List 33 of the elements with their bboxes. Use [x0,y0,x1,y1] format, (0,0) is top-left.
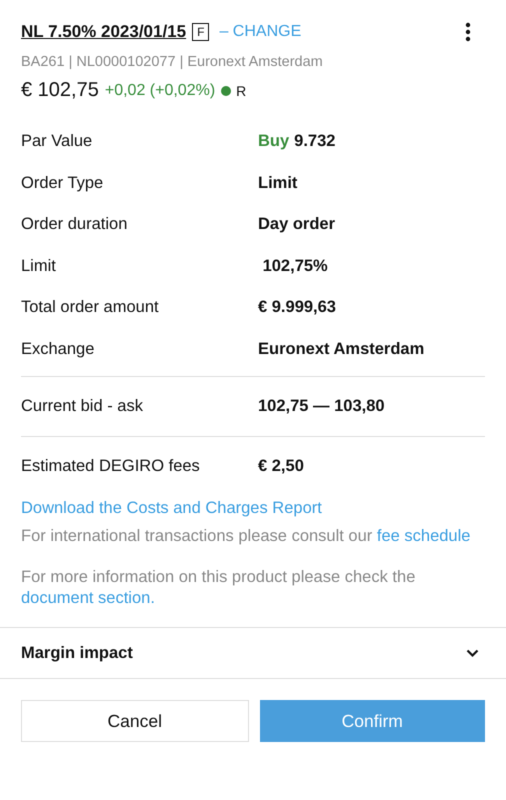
product-subtitle: BA261 | NL0000102077 | Euronext Amsterdam [21,54,324,70]
info-text: For international transactions please consult our fee schedule [21,526,472,547]
cancel-button[interactable]: Cancel [21,700,248,742]
order-side: Buy [258,132,290,150]
field-value: 102,75% [262,256,328,276]
report-link[interactable]: Download the Costs and Charges Report [21,499,485,518]
confirm-button[interactable]: Confirm [260,700,485,742]
price-change: +0,02 (+0,02%) [104,82,216,100]
more-options-icon[interactable] [465,22,471,42]
field-label: Total order amount [21,298,160,318]
type-badge: F [192,23,210,41]
field-value: 102,75 — 103,80 [258,397,385,416]
product-title[interactable]: NL 7.50% 2023/01/15 [21,22,186,42]
field-value: 9.732 [294,132,336,150]
field-label: Exchange [21,340,96,359]
info-link[interactable]: fee schedule [376,527,470,545]
field-value: € 9.999,63 [258,298,336,318]
field-value: Euronext Amsterdam [258,340,424,359]
field-label: Order duration [21,215,128,234]
field-value: Limit [258,174,298,193]
info-link[interactable]: document section. [21,589,155,607]
field-label: Current bid - ask [21,397,144,416]
change-link[interactable]: – CHANGE [219,23,302,41]
field-value: Day order [258,215,336,234]
price: € 102,75 [21,79,99,102]
field-label: Par Value [21,132,94,152]
info-text: For more information on this product please check the document section. [21,567,416,609]
field-value: € 2,50 [258,456,304,476]
field-label: Limit [21,256,57,276]
status-label: R [236,82,246,98]
margin-impact-toggle[interactable]: Margin impact [0,627,506,679]
field-label: Order Type [21,174,104,193]
field-label: Estimated DEGIRO fees [21,456,201,476]
